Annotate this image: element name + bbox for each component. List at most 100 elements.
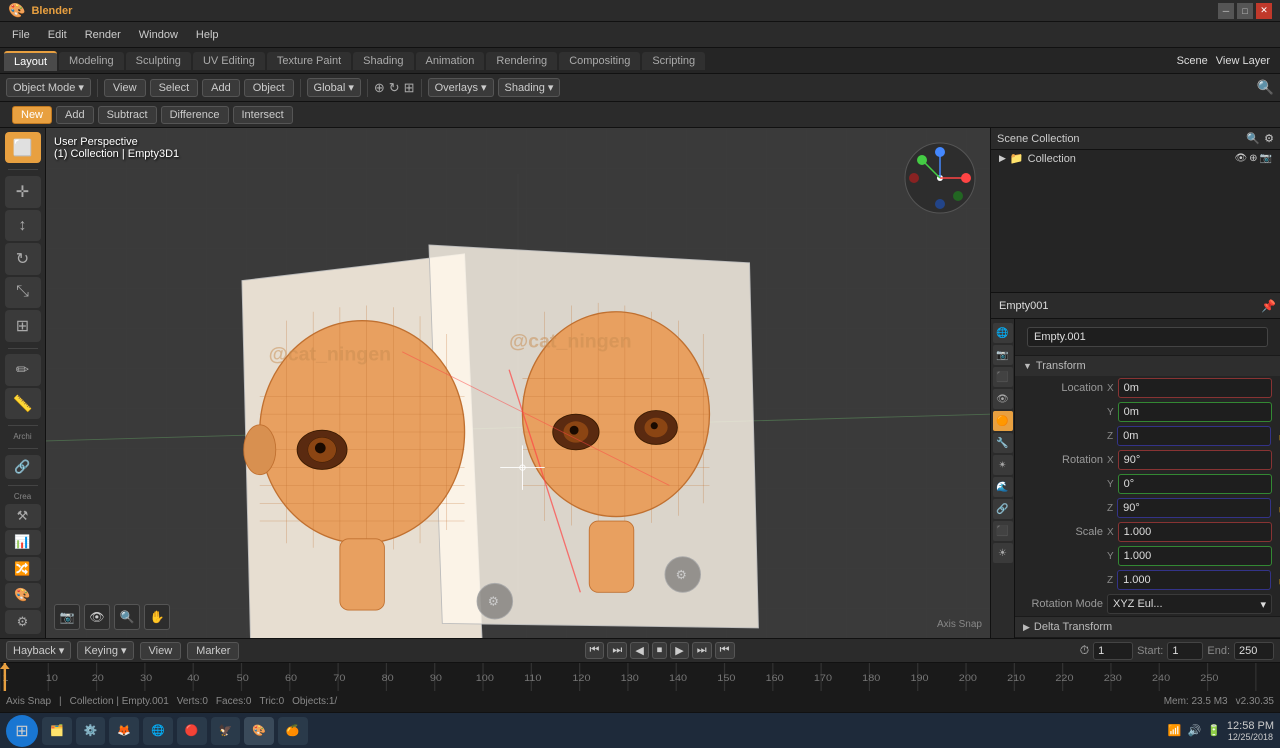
prop-icon-data[interactable]: ⬛ — [993, 521, 1013, 541]
tool-btn-2[interactable]: ⚒ — [5, 504, 41, 528]
scale-z-field[interactable] — [1117, 570, 1271, 590]
tab-uv-editing[interactable]: UV Editing — [193, 52, 265, 70]
object-name-field[interactable] — [1027, 327, 1268, 347]
visibility-icon[interactable]: 👁 — [1234, 153, 1247, 164]
prop-icon-particles[interactable]: ✴ — [993, 455, 1013, 475]
rotation-z-field[interactable] — [1117, 498, 1271, 518]
tab-rendering[interactable]: Rendering — [486, 52, 557, 70]
scale-x-field[interactable] — [1118, 522, 1272, 542]
shading-dropdown[interactable]: Shading ▾ — [498, 78, 561, 97]
new-button[interactable]: New — [12, 106, 52, 124]
rotate-icon[interactable]: ↻ — [389, 80, 400, 96]
rotation-y-field[interactable] — [1118, 474, 1272, 494]
transform-tool[interactable]: ⊞ — [5, 310, 41, 341]
play-btn[interactable]: ▶ — [670, 642, 688, 659]
rotation-mode-dropdown[interactable]: XYZ Eul... ▾ — [1107, 594, 1272, 614]
prop-icon-output[interactable]: ⬛ — [993, 367, 1013, 387]
menu-render[interactable]: Render — [77, 27, 129, 43]
prop-icon-material[interactable]: ☀ — [993, 543, 1013, 563]
jump-end-btn[interactable]: ⏮ — [715, 642, 735, 659]
delta-transform-header[interactable]: ▶ Delta Transform — [1015, 616, 1280, 637]
navigation-widget[interactable] — [900, 138, 980, 218]
tab-modeling[interactable]: Modeling — [59, 52, 124, 70]
tab-scripting[interactable]: Scripting — [642, 52, 705, 70]
start-frame-field[interactable] — [1167, 642, 1203, 660]
view-menu[interactable]: View — [140, 642, 182, 660]
maximize-button[interactable]: □ — [1237, 3, 1253, 19]
add-menu[interactable]: Add — [202, 79, 240, 97]
object-menu[interactable]: Object — [244, 79, 294, 97]
camera-view-btn[interactable]: 📷 — [54, 604, 80, 630]
tool-btn-5[interactable]: 🎨 — [5, 583, 41, 607]
tool-btn-6[interactable]: ⚙ — [5, 610, 41, 634]
cursor-tool[interactable]: ✛ — [5, 176, 41, 207]
jump-start-btn[interactable]: ⏮ — [585, 642, 605, 659]
tab-texture-paint[interactable]: Texture Paint — [267, 52, 351, 70]
outliner-collection-item[interactable]: ▶ 📁 Collection 👁 ⊕ 📷 — [991, 150, 1280, 167]
search-icon[interactable]: 🔍 — [1257, 79, 1274, 96]
tab-animation[interactable]: Animation — [416, 52, 485, 70]
scale-y-field[interactable] — [1118, 546, 1272, 566]
start-button[interactable]: ⊞ — [6, 715, 38, 747]
minimize-button[interactable]: ─ — [1218, 3, 1234, 19]
zoom-btn[interactable]: 🔍 — [114, 604, 140, 630]
rotation-x-field[interactable] — [1118, 450, 1272, 470]
playback-dropdown[interactable]: Hayback ▾ — [6, 641, 71, 660]
tool-btn-4[interactable]: 🔀 — [5, 557, 41, 581]
outliner-search-icon[interactable]: 🔍 — [1246, 132, 1260, 145]
prop-icon-physics[interactable]: 🌊 — [993, 477, 1013, 497]
taskbar-app-file-explorer[interactable]: 🗂️ — [42, 717, 72, 745]
taskbar-app-settings[interactable]: ⚙️ — [76, 717, 106, 745]
prop-icon-scene[interactable]: 🌐 — [993, 323, 1013, 343]
tab-compositing[interactable]: Compositing — [559, 52, 640, 70]
transform-icon[interactable]: ⊕ — [374, 80, 385, 96]
global-dropdown[interactable]: Global ▾ — [307, 78, 361, 97]
menu-help[interactable]: Help — [188, 27, 227, 43]
prop-icon-modifier[interactable]: 🔧 — [993, 433, 1013, 453]
tool-btn-1[interactable]: 🔗 — [5, 455, 41, 479]
location-y-field[interactable] — [1118, 402, 1272, 422]
render-icon[interactable]: 📷 — [1260, 153, 1272, 164]
taskbar-app-orange[interactable]: 🍊 — [278, 717, 308, 745]
step-back-btn[interactable]: ⏭ — [607, 642, 627, 659]
keying-dropdown[interactable]: Keying ▾ — [77, 641, 133, 660]
taskbar-app-blender[interactable]: 🎨 — [244, 717, 274, 745]
viewport[interactable]: @cat_ningen @cat_ningen ⚙ ⚙ User Perspec… — [46, 128, 990, 638]
tab-sculpting[interactable]: Sculpting — [126, 52, 191, 70]
view-menu[interactable]: View — [104, 79, 146, 97]
menu-window[interactable]: Window — [131, 27, 186, 43]
tab-layout[interactable]: Layout — [4, 51, 57, 71]
annotate-tool[interactable]: ✏ — [5, 354, 41, 385]
marker-menu[interactable]: Marker — [187, 642, 239, 660]
tool-btn-3[interactable]: 📊 — [5, 530, 41, 554]
step-fwd-btn[interactable]: ⏭ — [692, 642, 712, 659]
pin-icon[interactable]: 📌 — [1261, 299, 1276, 313]
difference-button[interactable]: Difference — [161, 106, 229, 124]
location-z-field[interactable] — [1117, 426, 1271, 446]
taskbar-app-eagle[interactable]: 🦅 — [211, 717, 241, 745]
viewport-icon[interactable]: ⊕ — [1249, 153, 1257, 164]
select-menu[interactable]: Select — [150, 79, 199, 97]
mode-dropdown[interactable]: Object Mode ▾ — [6, 78, 91, 97]
location-x-field[interactable] — [1118, 378, 1272, 398]
outliner-filter-icon[interactable]: ⚙ — [1264, 132, 1274, 145]
taskbar-app-red[interactable]: 🔴 — [177, 717, 207, 745]
taskbar-app-firefox[interactable]: 🦊 — [109, 717, 139, 745]
stop-btn[interactable]: ⏹ — [652, 642, 668, 659]
scale-tool[interactable]: ⤡ — [5, 277, 41, 308]
prop-icon-view[interactable]: 👁 — [993, 389, 1013, 409]
menu-file[interactable]: File — [4, 27, 38, 43]
scale-icon[interactable]: ⊞ — [404, 80, 415, 96]
prop-icon-constraints[interactable]: 🔗 — [993, 499, 1013, 519]
measure-tool[interactable]: 📏 — [5, 388, 41, 419]
transform-header[interactable]: ▼ Transform — [1015, 355, 1280, 376]
prop-icon-render[interactable]: 📷 — [993, 345, 1013, 365]
current-frame-field[interactable] — [1093, 642, 1133, 660]
end-frame-field[interactable] — [1234, 642, 1274, 660]
taskbar-app-chrome[interactable]: 🌐 — [143, 717, 173, 745]
move-view-btn[interactable]: ✋ — [144, 604, 170, 630]
rotate-tool[interactable]: ↻ — [5, 243, 41, 274]
menu-edit[interactable]: Edit — [40, 27, 75, 43]
select-box-tool[interactable]: ⬜ — [5, 132, 41, 163]
tab-shading[interactable]: Shading — [353, 52, 413, 70]
